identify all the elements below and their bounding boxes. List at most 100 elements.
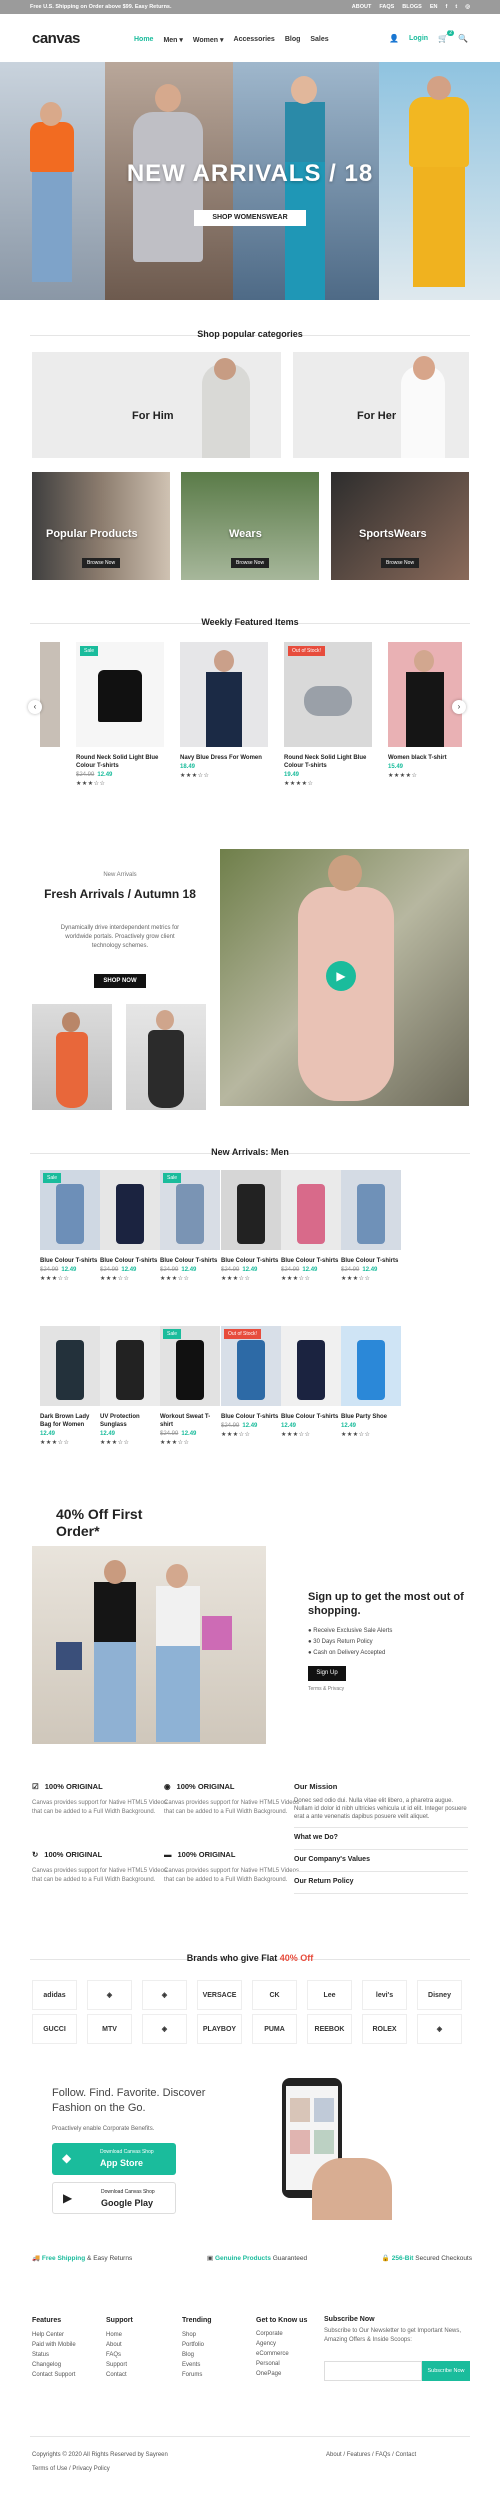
nav-sales[interactable]: Sales — [310, 36, 328, 44]
wears-browse-button[interactable]: Browse Now — [231, 558, 270, 568]
what-we-do-link[interactable]: What we Do? — [294, 1834, 468, 1841]
nav-men[interactable]: Men ▾ — [163, 36, 182, 44]
product-name[interactable]: Blue Colour T-shirts — [40, 1257, 100, 1265]
product-card[interactable]: Sale Round Neck Solid Light Blue Colour … — [76, 642, 164, 787]
product-card[interactable]: Blue Colour T-shirts 12.49 ★★★☆☆ — [281, 1326, 341, 1438]
footer-link[interactable]: Status — [32, 2350, 76, 2360]
product-card[interactable]: Blue Party Shoe 12.49 ★★★☆☆ — [341, 1326, 401, 1438]
product-name[interactable]: Dark Brown Lady Bag for Women — [40, 1413, 100, 1429]
product-card[interactable]: Blue Colour T-shirts $24.99 12.49 ★★★☆☆ — [281, 1170, 341, 1282]
product-name[interactable]: Blue Colour T-shirts — [100, 1257, 160, 1265]
footer-link[interactable]: OnePage — [256, 2369, 308, 2379]
logo[interactable]: canvas — [32, 30, 80, 47]
footer-link[interactable]: Agency — [256, 2339, 308, 2349]
privacy-link[interactable]: Privacy Policy — [72, 2466, 109, 2472]
sportswears-browse-button[interactable]: Browse Now — [381, 558, 420, 568]
terms-text[interactable]: Terms & Privacy — [308, 1686, 344, 1692]
product-card[interactable]: Out of Stock! Blue Colour T-shirts $24.99 1… — [221, 1326, 281, 1438]
facebook-icon[interactable]: f — [446, 0, 448, 14]
language-select[interactable]: EN — [430, 0, 438, 14]
terms-link[interactable]: Terms of Use — [32, 2466, 67, 2472]
product-name[interactable]: UV Protection Sunglass — [100, 1413, 160, 1429]
footer-link[interactable]: Events — [182, 2360, 212, 2370]
footer-link[interactable]: Changelog — [32, 2360, 76, 2370]
footer-about-link[interactable]: About — [326, 2452, 342, 2458]
nav-accessories[interactable]: Accessories — [234, 36, 275, 44]
play-icon[interactable]: ▶ — [326, 961, 356, 991]
product-name[interactable]: Blue Colour T-shirts — [281, 1257, 341, 1265]
product-card[interactable]: Blue Colour T-shirts $24.99 12.49 ★★★☆☆ — [221, 1170, 281, 1282]
footer-link[interactable]: Portfolio — [182, 2340, 212, 2350]
brand-logo[interactable]: levi's — [362, 1980, 407, 2010]
footer-contact-link[interactable]: Contact — [395, 2452, 416, 2458]
mission-title[interactable]: Our Mission — [294, 1782, 468, 1791]
product-name[interactable]: Blue Party Shoe — [341, 1413, 401, 1421]
category-for-her[interactable]: For Her — [293, 352, 469, 458]
carousel-next-arrow[interactable]: › — [452, 700, 466, 714]
product-name[interactable]: Workout Sweat T-shirt — [160, 1413, 220, 1429]
brand-logo[interactable]: CK — [252, 1980, 297, 2010]
product-name[interactable]: Round Neck Solid Light Blue Colour T-shi… — [284, 754, 372, 770]
subscribe-email-input[interactable] — [324, 2361, 422, 2381]
user-icon[interactable]: 👤 — [389, 34, 399, 43]
google-play-button[interactable]: ▶ Download Canvas Shop Google Play — [52, 2182, 176, 2214]
brand-logo[interactable]: MTV — [87, 2014, 132, 2044]
subscribe-button[interactable]: Subscribe Now — [422, 2361, 470, 2381]
product-card[interactable]: UV Protection Sunglass 12.49 ★★★☆☆ — [100, 1326, 160, 1446]
brand-logo[interactable]: ROLEX — [362, 2014, 407, 2044]
product-card[interactable]: Navy Blue Dress For Women 18.49 ★★★☆☆ — [180, 642, 268, 779]
brand-logo[interactable]: VERSACE — [197, 1980, 242, 2010]
category-for-him[interactable]: For Him — [32, 352, 281, 458]
nav-home[interactable]: Home — [134, 36, 153, 44]
brand-logo[interactable]: ◈ — [417, 2014, 462, 2044]
product-name[interactable]: Navy Blue Dress For Women — [180, 754, 268, 762]
product-name[interactable]: Blue Colour T-shirts — [341, 1257, 401, 1265]
footer-link[interactable]: Help Center — [32, 2330, 76, 2340]
top-link-faqs[interactable]: FAQS — [379, 0, 394, 14]
footer-link[interactable]: Support — [106, 2360, 133, 2370]
brand-logo[interactable]: GUCCI — [32, 2014, 77, 2044]
carousel-prev-arrow[interactable]: ‹ — [28, 700, 42, 714]
brand-logo[interactable]: ◈ — [142, 2014, 187, 2044]
footer-faqs-link[interactable]: FAQs — [375, 2452, 390, 2458]
product-name[interactable]: Blue Colour T-shirts — [160, 1257, 220, 1265]
promo-shop-now-button[interactable]: SHOP NOW — [94, 974, 146, 988]
product-card[interactable]: Sale Blue Colour T-shirts $24.99 12.49 ★★★☆☆ — [40, 1170, 100, 1282]
cart-icon[interactable]: 🛒 2 — [438, 30, 455, 43]
brand-logo[interactable]: ◈ — [142, 1980, 187, 2010]
promo-video[interactable]: ▶ — [220, 849, 469, 1106]
footer-link[interactable]: Corporate — [256, 2329, 308, 2339]
product-card[interactable]: Sale Blue Colour T-shirts $24.99 12.49 ★★★☆☆ — [160, 1170, 220, 1282]
footer-features-link[interactable]: Features — [347, 2452, 371, 2458]
footer-link[interactable]: Personal — [256, 2359, 308, 2369]
twitter-icon[interactable]: t — [455, 0, 457, 14]
footer-link[interactable]: Home — [106, 2330, 133, 2340]
nav-women[interactable]: Women ▾ — [193, 36, 224, 44]
product-name[interactable]: Blue Colour T-shirts — [221, 1257, 281, 1265]
search-icon[interactable]: 🔍 — [458, 34, 468, 43]
footer-link[interactable]: Contact Support — [32, 2370, 76, 2380]
values-link[interactable]: Our Company's Values — [294, 1856, 468, 1863]
product-name[interactable]: Blue Colour T-shirts — [281, 1413, 341, 1421]
brand-logo[interactable]: Disney — [417, 1980, 462, 2010]
footer-link[interactable]: eCommerce — [256, 2349, 308, 2359]
product-name[interactable]: Women black T-shirt — [388, 754, 462, 762]
brand-logo[interactable]: PUMA — [252, 2014, 297, 2044]
signup-button[interactable]: Sign Up — [308, 1666, 346, 1681]
category-popular-products[interactable]: Popular Products Browse Now — [32, 472, 170, 580]
top-link-blogs[interactable]: BLOGS — [402, 0, 422, 14]
category-sportswears[interactable]: SportsWears Browse Now — [331, 472, 469, 580]
shop-womenswear-button[interactable]: SHOP WOMENSWEAR — [194, 210, 306, 226]
category-wears[interactable]: Wears Browse Now — [181, 472, 319, 580]
footer-link[interactable]: FAQs — [106, 2350, 133, 2360]
product-card[interactable]: Blue Colour T-shirts $24.99 12.49 ★★★☆☆ — [100, 1170, 160, 1282]
nav-blog[interactable]: Blog — [285, 36, 301, 44]
popular-browse-button[interactable]: Browse Now — [82, 558, 121, 568]
instagram-icon[interactable]: ◎ — [465, 0, 470, 14]
product-card[interactable]: Out of Stock! Round Neck Solid Light Blu… — [284, 642, 372, 787]
footer-link[interactable]: Shop — [182, 2330, 212, 2340]
product-card[interactable]: Dark Brown Lady Bag for Women 12.49 ★★★☆☆ — [40, 1326, 100, 1446]
brand-logo[interactable]: PLAYBOY — [197, 2014, 242, 2044]
product-card[interactable]: Sale Workout Sweat T-shirt $24.99 12.49 ★★★☆… — [160, 1326, 220, 1446]
product-card[interactable] — [40, 642, 60, 747]
